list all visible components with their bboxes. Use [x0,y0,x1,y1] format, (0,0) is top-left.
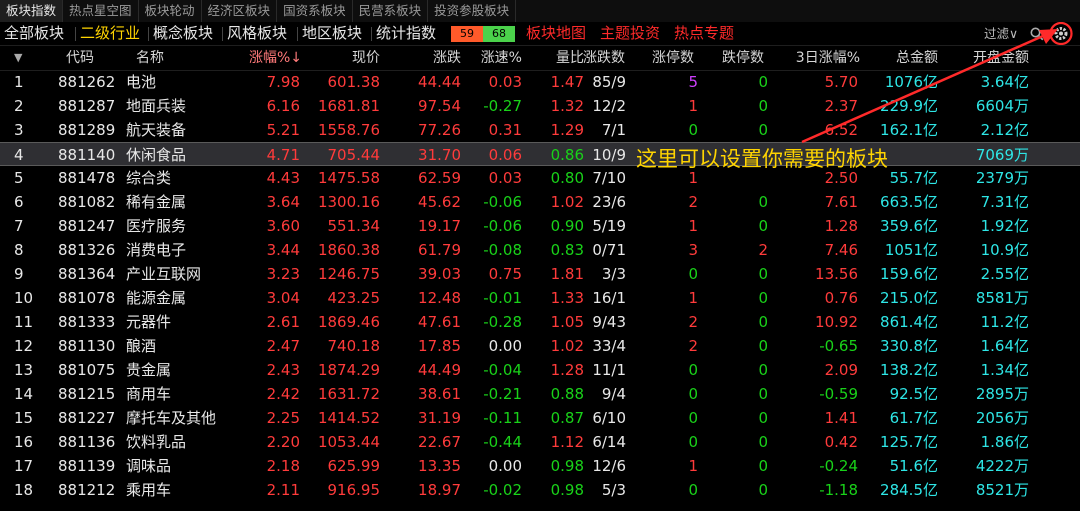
annotation-text: 这里可以设置你需要的板块 [636,147,888,171]
arrow-pointer-icon [801,29,1058,144]
